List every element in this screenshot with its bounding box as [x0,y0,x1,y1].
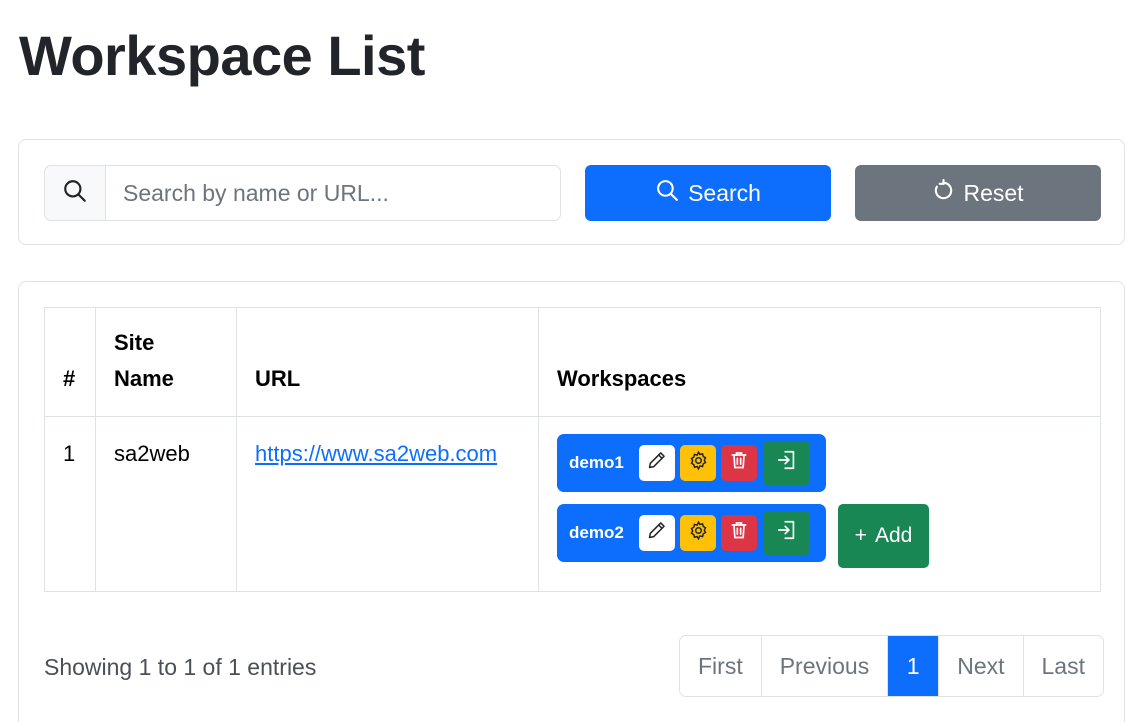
trash-icon [729,520,749,546]
workspace-pill-demo2: demo2 [557,504,826,562]
header-num: # [44,307,96,417]
pencil-icon [647,450,667,476]
enter-icon [776,449,798,477]
search-prepend [44,165,106,221]
gear-icon [688,450,709,477]
workspace-row: demo2 + Add [557,504,1082,568]
enter-icon [776,519,798,547]
workspace-row: demo1 [557,434,1082,492]
settings-workspace-button[interactable] [680,445,716,481]
page-last[interactable]: Last [1022,636,1103,696]
header-site-name: Site Name [95,307,237,417]
search-icon [62,178,88,209]
cell-site-name: sa2web [95,416,237,592]
workspace-pill-demo1: demo1 [557,434,826,492]
table-card: # Site Name URL Workspaces 1 sa2web http… [18,281,1125,722]
search-button[interactable]: Search [585,165,831,221]
page-next[interactable]: Next [938,636,1022,696]
add-workspace-button[interactable]: + Add [838,504,929,568]
enter-workspace-button[interactable] [763,511,810,555]
reset-button-label: Reset [963,179,1024,206]
page-current[interactable]: 1 [887,636,939,696]
delete-workspace-button[interactable] [721,515,757,551]
page-title: Workspace List [19,24,425,87]
pencil-icon [647,520,667,546]
cell-workspaces: demo1 demo2 + Add [538,416,1101,592]
search-card: Search Reset [18,139,1125,245]
settings-workspace-button[interactable] [680,515,716,551]
search-input-group [44,165,561,221]
page-previous[interactable]: Previous [760,636,887,696]
cell-num: 1 [44,416,96,592]
header-url: URL [236,307,539,417]
pagination: First Previous 1 Next Last [679,635,1104,697]
reset-button[interactable]: Reset [855,165,1101,221]
plus-icon: + [854,524,867,547]
gear-icon [688,520,709,547]
cell-url: https://www.sa2web.com [236,416,539,592]
page-first[interactable]: First [680,636,761,696]
search-icon [655,178,680,209]
edit-workspace-button[interactable] [639,515,675,551]
workspace-name: demo2 [569,523,624,542]
site-url-link[interactable]: https://www.sa2web.com [255,441,497,466]
trash-icon [729,450,749,476]
reset-icon [932,178,955,208]
search-input[interactable] [106,165,561,221]
delete-workspace-button[interactable] [721,445,757,481]
workspace-name: demo1 [569,453,624,472]
workspace-table: # Site Name URL Workspaces 1 sa2web http… [44,307,1101,592]
enter-workspace-button[interactable] [763,441,810,485]
add-button-label: Add [874,524,913,547]
table-header-row: # Site Name URL Workspaces [44,307,1101,417]
edit-workspace-button[interactable] [639,445,675,481]
table-row: 1 sa2web https://www.sa2web.com demo1 de… [44,416,1101,592]
search-button-label: Search [688,179,761,206]
entries-info: Showing 1 to 1 of 1 entries [44,654,317,680]
header-workspaces: Workspaces [538,307,1101,417]
